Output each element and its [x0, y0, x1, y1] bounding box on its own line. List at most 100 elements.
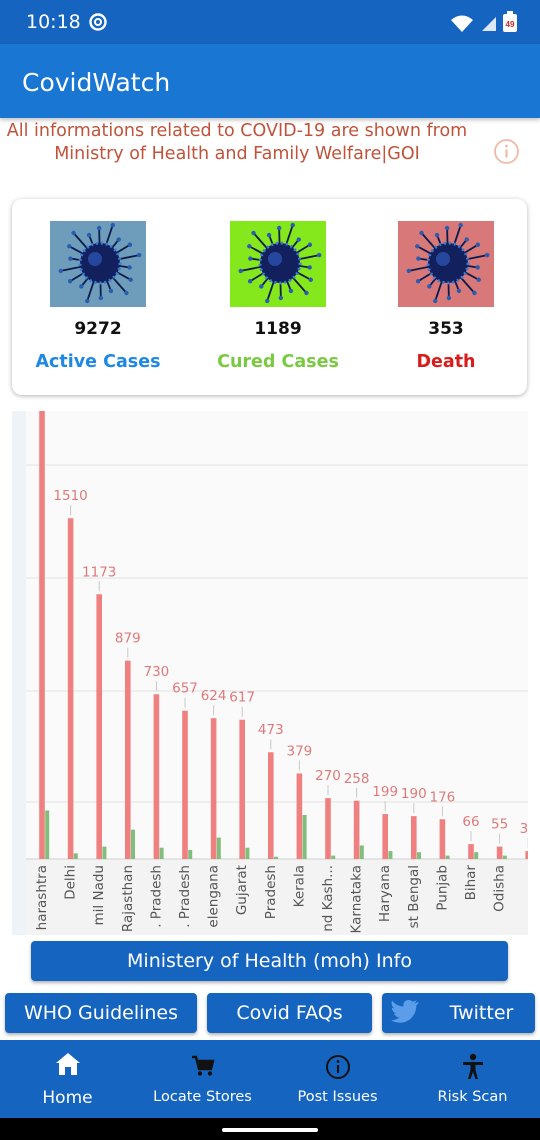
tick-label-13: st Bengal: [406, 865, 422, 928]
data-label-11: 258: [344, 771, 370, 787]
nav-risk-scan-label: Risk Scan: [437, 1089, 508, 1105]
bar-confirmed-1: [67, 518, 74, 859]
cart-icon: [135, 1055, 270, 1082]
status-icons: 49: [449, 11, 518, 38]
bar-cured-2: [102, 846, 107, 859]
bar-confirmed-6: [210, 718, 217, 859]
data-label-8: 473: [258, 722, 284, 738]
who-guidelines-button[interactable]: WHO Guidelines: [5, 993, 197, 1033]
bar-confirmed-13: [411, 816, 417, 859]
bar-confirmed-0: [39, 411, 45, 859]
tick-label-1: Delhi: [63, 865, 79, 900]
tick-label-11: Karnataka: [349, 865, 365, 933]
bar-cured-0: [45, 810, 50, 859]
nav-post-issues[interactable]: Post Issues: [270, 1040, 405, 1118]
bar-cured-15: [474, 852, 479, 859]
data-label-17: 35: [520, 821, 528, 837]
bar-cured-14: [445, 855, 450, 859]
tick-label-15: Bihar: [463, 865, 479, 901]
covid-faqs-button[interactable]: Covid FAQs: [207, 993, 372, 1033]
bar-cured-7: [245, 847, 250, 859]
tick-label-17: ...: [520, 865, 528, 878]
bar-cured-5: [188, 849, 193, 859]
data-label-2: 1173: [82, 564, 116, 580]
virus-image-active: [50, 221, 146, 307]
bar-confirmed-2: [96, 594, 102, 859]
wifi-icon: [451, 15, 474, 32]
data-label-3: 879: [115, 631, 141, 647]
data-label-6: 624: [201, 688, 227, 704]
death-stat: 353 Death: [361, 221, 531, 372]
bar-confirmed-14: [439, 819, 446, 859]
data-label-12: 199: [372, 784, 398, 800]
bar-cured-12: [388, 851, 393, 859]
tick-label-10: nd Kash...: [320, 865, 336, 932]
bar-cured-11: [359, 845, 364, 859]
battery-icon: 49: [503, 11, 517, 32]
tick-label-2: mil Nadu: [91, 865, 107, 925]
nav-post-issues-label: Post Issues: [297, 1089, 378, 1105]
nav-locate-stores-label: Locate Stores: [153, 1089, 252, 1105]
data-label-10: 270: [315, 768, 341, 784]
active-cases-count: 9272: [74, 319, 122, 339]
tick-label-8: Pradesh: [263, 865, 279, 919]
nav-risk-scan[interactable]: Risk Scan: [405, 1040, 540, 1118]
gesture-bar: [0, 1118, 540, 1140]
tick-label-3: Rajasthan: [120, 865, 136, 932]
source-notice: All informations related to COVID-19 are…: [0, 120, 474, 166]
signal-icon: [481, 17, 496, 31]
bar-confirmed-5: [182, 710, 188, 859]
data-label-9: 379: [287, 743, 313, 759]
bar-confirmed-7: [239, 719, 245, 859]
bar-cured-9: [302, 814, 307, 859]
bar-cured-8: [274, 856, 278, 859]
data-label-4: 730: [144, 664, 170, 680]
twitter-icon: [390, 998, 420, 1040]
bar-confirmed-16: [496, 846, 503, 859]
bar-confirmed-3: [125, 660, 131, 859]
bar-confirmed-9: [296, 773, 303, 859]
stats-card: 9272 Active Cases 1189 Cured Cases 353 D…: [12, 199, 527, 395]
active-cases-stat: 9272 Active Cases: [13, 221, 183, 372]
data-label-1: 1510: [53, 488, 87, 504]
virus-image-death: [398, 221, 494, 307]
nav-home-label: Home: [42, 1088, 93, 1108]
home-indicator[interactable]: [222, 1128, 318, 1132]
chart-svg: harashtra 1510 Delhi 1173 mil Nadu 879 Rajasth…: [12, 411, 537, 935]
tick-label-12: Haryana: [377, 865, 393, 922]
cured-cases-count: 1189: [254, 319, 302, 339]
tick-label-14: Punjab: [434, 865, 450, 911]
virus-image-cured: [230, 221, 326, 307]
status-bar: 10:18 49: [0, 0, 540, 44]
bar-confirmed-12: [382, 814, 388, 859]
tick-label-0: harashtra: [34, 865, 50, 930]
data-label-5: 657: [172, 681, 198, 697]
twitter-label: Twitter: [449, 1002, 514, 1024]
tick-label-4: . Pradesh: [148, 865, 164, 928]
app-bar: CovidWatch: [0, 44, 540, 118]
bar-cured-4: [159, 847, 164, 859]
data-label-16: 55: [491, 817, 508, 833]
tick-label-5: . Pradesh: [177, 865, 193, 928]
moh-info-button[interactable]: Ministery of Health (moh) Info: [31, 941, 508, 981]
status-time: 10:18: [26, 11, 81, 33]
cured-cases-stat: 1189 Cured Cases: [193, 221, 363, 372]
sync-icon: [88, 12, 108, 37]
nav-locate-stores[interactable]: Locate Stores: [135, 1040, 270, 1118]
tick-label-7: Gujarat: [234, 865, 250, 915]
data-label-13: 190: [401, 786, 427, 802]
bar-confirmed-17: [525, 851, 531, 859]
info-icon[interactable]: [493, 138, 520, 170]
bar-confirmed-4: [153, 694, 160, 859]
twitter-button[interactable]: Twitter: [382, 993, 535, 1033]
app-title: CovidWatch: [22, 68, 171, 97]
bar-confirmed-10: [325, 798, 331, 859]
bottom-nav: Home Locate Stores Post Issues Risk Scan: [0, 1040, 540, 1118]
cases-by-state-chart[interactable]: harashtra 1510 Delhi 1173 mil Nadu 879 Rajasth…: [12, 411, 537, 935]
nav-home[interactable]: Home: [0, 1040, 135, 1118]
bar-confirmed-15: [468, 844, 474, 859]
bar-cured-6: [216, 837, 221, 859]
cured-cases-label: Cured Cases: [217, 352, 339, 372]
bar-confirmed-11: [353, 800, 360, 859]
bar-cured-1: [73, 853, 78, 859]
